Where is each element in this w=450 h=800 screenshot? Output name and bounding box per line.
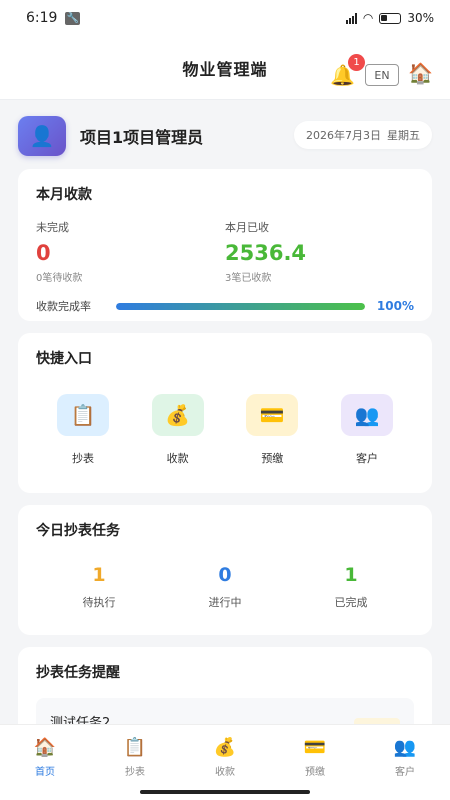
monthly-collection-card: 本月收款 未完成 0 0笔待收款 本月已收 2536.4 3笔已收款 收款完成率… [18,169,432,321]
stat-value: 2536.4 [225,241,307,265]
status-bar: 6:19 🔧 ◠ 30% [0,0,450,36]
card-title: 今日抄表任务 [36,523,120,539]
stat-sub: 0笔待收款 [36,273,83,284]
collection-rate: 收款完成率 100% [36,298,414,314]
task-count: 0 [218,564,232,586]
page-title: 物业管理端 [182,59,268,79]
tab-label: 预缴 [305,767,325,778]
users-icon: 👥 [393,737,417,758]
stat-value: 0 [36,241,51,265]
tab-meter-reading[interactable]: 📋 抄表 [90,725,180,800]
tab-prepay[interactable]: 💳 预缴 [270,725,360,800]
task-count: 1 [92,564,106,586]
task-in-progress[interactable]: 0 进行中 [162,564,288,610]
quick-meter-reading[interactable]: 📋 抄表 [56,394,110,466]
bottom-tab-bar: 🏠 首页 📋 抄表 💰 收款 💳 预缴 👥 客户 [0,724,450,800]
stat-sub: 3笔已收款 [225,273,272,284]
card-title: 快捷入口 [36,351,92,367]
wrench-icon: 🔧 [65,11,81,25]
task-label: 待执行 [82,596,116,609]
battery-level: 30% [407,11,434,25]
wifi-icon: ◠ [362,11,374,25]
quick-label: 预缴 [261,452,284,465]
stat-label: 本月已收 [225,221,269,234]
quick-label: 抄表 [72,452,94,465]
home-indicator[interactable] [140,790,310,794]
language-toggle-button[interactable]: EN [365,64,399,86]
quick-collection[interactable]: 💰 收款 [151,394,205,466]
card-title: 本月收款 [36,187,92,203]
user-icon: 👤 [29,124,55,148]
weekday-text: 星期五 [387,129,420,142]
money-bag-icon: 💰 [213,737,237,758]
tab-collection[interactable]: 💰 收款 [180,725,270,800]
unfinished-stat: 未完成 0 0笔待收款 [36,219,225,284]
credit-card-icon: 💳 [303,737,327,758]
user-name: 项目1项目管理员 [80,128,204,147]
quick-label: 收款 [166,452,189,465]
today-tasks-card: 今日抄表任务 1 待执行 0 进行中 1 已完成 [18,505,432,635]
task-count: 1 [344,564,358,586]
signal-icon [345,12,357,24]
clipboard-icon: 📋 [123,737,147,758]
date-pill: 2026年7月3日 星期五 [294,121,432,149]
tab-home[interactable]: 🏠 首页 [0,725,90,800]
progress-fill [116,302,365,310]
quick-prepay[interactable]: 💳 预缴 [245,394,299,466]
task-completed[interactable]: 1 已完成 [288,564,414,610]
tab-label: 收款 [215,767,235,778]
quick-label: 客户 [355,452,378,465]
tab-label: 客户 [395,767,415,778]
users-icon: 👥 [340,394,393,436]
app-header: 物业管理端 🔔 1 EN 🏠 [0,36,450,100]
notification-badge: 1 [348,54,365,71]
rate-label: 收款完成率 [36,300,91,313]
home-icon: 🏠 [33,737,57,758]
status-time: 6:19 [26,10,58,26]
tab-customers[interactable]: 👥 客户 [360,725,450,800]
money-bag-icon: 💰 [151,394,204,436]
clipboard-icon: 📋 [57,394,109,436]
date-text: 2026年7月3日 [306,129,381,142]
tab-label: 首页 [35,767,55,778]
battery-icon [379,12,402,24]
card-title: 抄表任务提醒 [36,665,120,681]
profile-row: 👤 项目1项目管理员 2026年7月3日 星期五 [18,115,432,157]
stat-label: 未完成 [36,221,69,234]
task-label: 已完成 [334,596,368,609]
rate-value: 100% [376,299,414,313]
avatar[interactable]: 👤 [18,116,66,156]
tab-label: 抄表 [125,767,145,778]
home-icon[interactable]: 🏠 [408,61,433,85]
quick-customers[interactable]: 👥 客户 [340,394,394,466]
progress-track [116,302,365,310]
credit-card-icon: 💳 [246,394,299,436]
quick-entry-card: 快捷入口 📋 抄表 💰 收款 💳 预缴 👥 客户 [18,333,432,493]
received-stat: 本月已收 2536.4 3笔已收款 [225,219,414,284]
task-pending[interactable]: 1 待执行 [36,564,162,610]
task-label: 进行中 [208,596,242,609]
